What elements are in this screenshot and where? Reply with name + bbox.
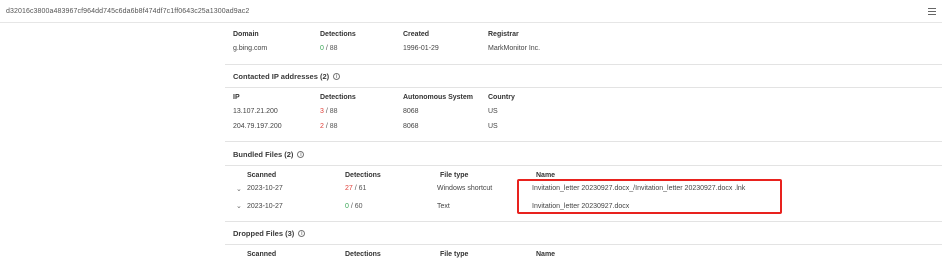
bundled-files-heading: Bundled Files (2) i: [233, 150, 305, 159]
bundled-detections: 0 / 60: [345, 203, 363, 210]
relations-panel: Domain Detections Created Registrar g.bi…: [225, 23, 942, 265]
top-bar: d32016c3800a483967cf964dd745c6da6b8f474d…: [0, 0, 942, 23]
col-header-detections: Detections: [320, 31, 356, 38]
bundled-detections: 27 / 61: [345, 185, 367, 192]
divider: [225, 244, 942, 245]
col-header-detections: Detections: [345, 251, 381, 258]
bundled-file-type: Text: [437, 203, 450, 210]
dropped-files-heading: Dropped Files (3) i: [233, 229, 306, 238]
col-header-file-type: File type: [440, 172, 469, 179]
col-header-scanned: Scanned: [247, 251, 277, 258]
col-header-autonomous-system: Autonomous System: [403, 94, 474, 101]
domain-link[interactable]: g.bing.com: [233, 45, 267, 52]
bundled-scanned: 2023-10-27: [247, 185, 283, 192]
divider: [225, 221, 942, 222]
domain-registrar: MarkMonitor Inc.: [488, 45, 541, 52]
expand-chevron-icon[interactable]: ⌄: [236, 185, 242, 193]
bundled-file-type: Windows shortcut: [437, 185, 493, 192]
info-icon[interactable]: i: [333, 73, 341, 80]
file-hash: d32016c3800a483967cf964dd745c6da6b8f474d…: [6, 7, 250, 15]
ip-link[interactable]: 13.107.21.200: [233, 108, 278, 115]
col-header-scanned: Scanned: [247, 172, 277, 179]
col-header-registrar: Registrar: [488, 31, 519, 38]
domain-created: 1996-01-29: [403, 45, 439, 52]
col-header-name: Name: [536, 251, 556, 258]
info-icon[interactable]: i: [297, 151, 305, 158]
ip-country: US: [488, 108, 498, 115]
col-header-detections: Detections: [320, 94, 356, 101]
ip-country: US: [488, 123, 498, 130]
domain-detections: 0 / 88: [320, 45, 338, 52]
info-icon[interactable]: i: [298, 230, 306, 237]
ip-detections: 2 / 88: [320, 123, 338, 130]
divider: [225, 165, 942, 166]
divider: [225, 64, 942, 65]
divider: [225, 87, 942, 88]
divider: [225, 141, 942, 142]
col-header-domain: Domain: [233, 31, 259, 38]
ip-asn: 8068: [403, 108, 419, 115]
col-header-ip: IP: [233, 94, 240, 101]
ip-asn: 8068: [403, 123, 419, 130]
col-header-file-type: File type: [440, 251, 469, 258]
col-header-detections: Detections: [345, 172, 381, 179]
ip-link[interactable]: 204.79.197.200: [233, 123, 282, 130]
ip-detections: 3 / 88: [320, 108, 338, 115]
expand-chevron-icon[interactable]: ⌄: [236, 202, 242, 210]
contacted-ips-heading: Contacted IP addresses (2) i: [233, 72, 341, 81]
col-header-name: Name: [536, 172, 556, 179]
red-highlight-annotation: [517, 179, 782, 214]
col-header-country: Country: [488, 94, 515, 101]
hamburger-menu-icon[interactable]: [928, 7, 936, 15]
col-header-created: Created: [403, 31, 430, 38]
bundled-scanned: 2023-10-27: [247, 203, 283, 210]
